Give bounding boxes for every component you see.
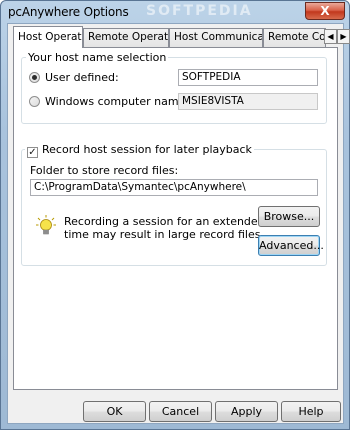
apply-button[interactable]: Apply — [215, 401, 278, 422]
recording-tip-line2: time may result in large record files. — [64, 228, 264, 241]
windows-computer-name-radio[interactable] — [29, 96, 40, 107]
host-operation-panel: Your host name selection User defined: S… — [13, 47, 338, 390]
user-defined-label[interactable]: User defined: — [45, 71, 119, 84]
host-name-group — [21, 57, 327, 124]
record-folder-input[interactable]: C:\ProgramData\Symantec\pcAnywhere\ — [30, 179, 318, 196]
record-session-label[interactable]: Record host session for later playback — [42, 143, 252, 156]
close-button[interactable]: X — [305, 2, 345, 20]
user-defined-name-field[interactable]: SOFTPEDIA — [178, 69, 318, 86]
tab-remote-communications[interactable]: Remote Communications — [263, 28, 326, 47]
cancel-button[interactable]: Cancel — [149, 401, 212, 422]
window-title: pcAnywhere Options — [8, 5, 129, 19]
tab-scroll-left-button[interactable]: ◀ — [324, 29, 337, 44]
tab-host-operation[interactable]: Host Operation — [13, 26, 83, 48]
folder-label: Folder to store record files: — [30, 164, 179, 177]
tab-remote-operation[interactable]: Remote Operation — [83, 28, 169, 47]
tab-strip: Host Operation Remote Operation Host Com… — [13, 26, 350, 48]
dialog-window: pcAnywhere Options SOFTPEDIA X Host Oper… — [0, 0, 350, 430]
help-button[interactable]: Help — [281, 401, 341, 422]
advanced-button[interactable]: Advanced... — [258, 235, 324, 256]
user-defined-radio[interactable] — [29, 72, 40, 83]
tab-scroll-right-button[interactable]: ▶ — [337, 29, 350, 44]
host-name-group-legend: Your host name selection — [26, 51, 169, 64]
ok-button[interactable]: OK — [83, 401, 146, 422]
record-session-legend: ✓ Record host session for later playback — [25, 143, 254, 158]
browse-button[interactable]: Browse... — [258, 206, 320, 227]
softpedia-watermark: SOFTPEDIA — [146, 3, 253, 19]
record-session-checkbox[interactable]: ✓ — [27, 147, 38, 158]
title-bar[interactable]: pcAnywhere Options SOFTPEDIA X — [1, 1, 349, 23]
windows-computer-name-field: MSIE8VISTA — [178, 93, 318, 110]
dialog-client-area: Host Operation Remote Operation Host Com… — [7, 23, 350, 424]
windows-computer-name-label[interactable]: Windows computer name: — [45, 95, 189, 108]
lightbulb-icon — [36, 215, 56, 235]
tab-host-communications[interactable]: Host Communications — [169, 28, 263, 47]
